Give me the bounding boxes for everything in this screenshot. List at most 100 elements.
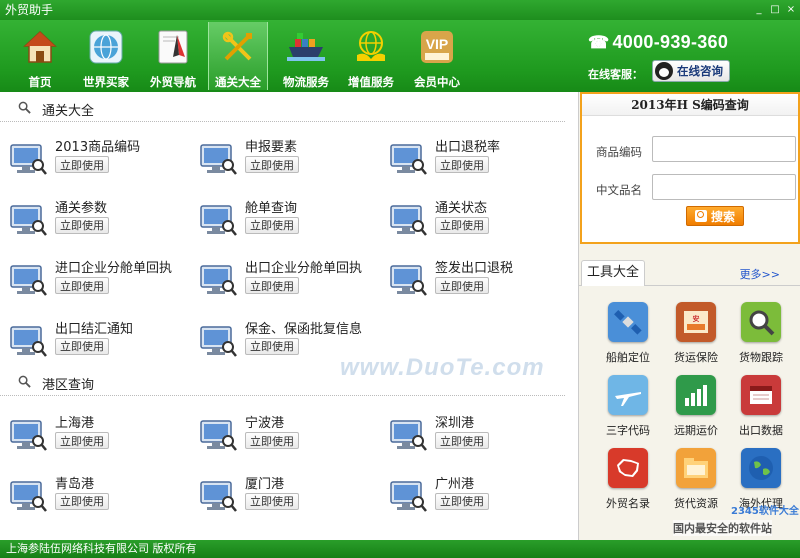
globe-icon <box>87 28 125 66</box>
tool-item[interactable]: 出口退税率 立即使用 <box>380 136 560 186</box>
tool-item[interactable]: 深圳港 立即使用 <box>380 412 560 462</box>
nav-label-value-added: 增值服务 <box>348 75 394 89</box>
search-button[interactable]: 搜索 <box>686 206 744 226</box>
nav-logistics[interactable]: 物流服务 <box>276 22 336 90</box>
nav-trade-guide[interactable]: 外贸导航 <box>143 22 203 90</box>
tools-icon <box>219 28 257 66</box>
maximize-button[interactable]: □ <box>770 0 780 20</box>
nav-member-center[interactable]: VIP 会员中心 <box>407 22 467 90</box>
use-now-button[interactable]: 立即使用 <box>55 216 109 234</box>
tool-name: 签发出口退税 <box>435 261 514 276</box>
monitor-search-icon <box>390 204 427 236</box>
monitor-search-icon <box>390 480 427 512</box>
toolbox-tab[interactable]: 工具大全 <box>581 260 645 286</box>
toolbox-item[interactable]: 三字代码 <box>593 375 663 445</box>
tool-item[interactable]: 申报要素 立即使用 <box>190 136 370 186</box>
toolbox-item[interactable]: 远期运价 <box>661 375 731 445</box>
tool-item[interactable]: 广州港 立即使用 <box>380 473 560 523</box>
code-label: 商品编码 <box>596 145 642 159</box>
use-now-button[interactable]: 立即使用 <box>435 216 489 234</box>
monitor-search-icon <box>10 480 47 512</box>
tool-item[interactable]: 上海港 立即使用 <box>0 412 180 462</box>
svg-text:安: 安 <box>693 314 700 323</box>
tool-item[interactable]: 2013商品编码 立即使用 <box>0 136 180 186</box>
use-now-button[interactable]: 立即使用 <box>55 432 109 449</box>
tool-item[interactable]: 出口结汇通知 立即使用 <box>0 318 180 368</box>
customs-section-header: 通关大全 <box>0 96 565 122</box>
hotline: ☎ 4000-939-360 <box>588 32 728 53</box>
nav-label-world-buyers: 世界买家 <box>83 75 129 89</box>
use-now-button[interactable]: 立即使用 <box>55 492 109 510</box>
tool-item[interactable]: 青岛港 立即使用 <box>0 473 180 523</box>
ports-section-title: 港区查询 <box>42 378 95 393</box>
toolbox-item[interactable]: 安货运保险 <box>661 302 731 372</box>
product-name-input[interactable] <box>652 174 796 200</box>
toolbox-item[interactable]: 海外代理 <box>726 448 796 518</box>
tool-item[interactable]: 舱单查询 立即使用 <box>190 197 370 247</box>
customer-service-label: 在线客服： <box>588 68 643 81</box>
nav-home[interactable]: 首页 <box>10 22 70 90</box>
tool-item[interactable]: 厦门港 立即使用 <box>190 473 370 523</box>
use-now-button[interactable]: 立即使用 <box>435 277 489 294</box>
use-now-button[interactable]: 立即使用 <box>55 337 109 355</box>
copyright-text: 上海参陆伍网络科技有限公司 版权所有 <box>6 542 197 555</box>
tool-item[interactable]: 宁波港 立即使用 <box>190 412 370 462</box>
tool-item[interactable]: 签发出口退税 立即使用 <box>380 257 560 307</box>
tool-name: 通关参数 <box>55 200 108 216</box>
toolbox-header: 工具大全 更多>> <box>579 256 800 286</box>
use-now-button[interactable]: 立即使用 <box>245 337 299 355</box>
more-link[interactable]: 更多>> <box>740 266 780 282</box>
toolbox-item[interactable]: 货代资源 <box>661 448 731 518</box>
toolbox-item[interactable]: 出口数据 <box>726 375 796 445</box>
use-now-button[interactable]: 立即使用 <box>245 156 299 173</box>
minimize-button[interactable]: _ <box>754 0 764 20</box>
use-now-button[interactable]: 立即使用 <box>55 277 109 294</box>
hotline-number: 4000-939-360 <box>612 32 729 52</box>
tool-item[interactable]: 通关状态 立即使用 <box>380 197 560 247</box>
nav-value-added[interactable]: 增值服务 <box>341 22 401 90</box>
vip-icon: VIP <box>418 28 456 66</box>
toolbox-item[interactable]: 外贸名录 <box>593 448 663 518</box>
tool-name: 通关状态 <box>435 200 488 216</box>
tool-name: 出口企业分舱单回执 <box>245 261 363 276</box>
tool-item[interactable]: 保金、保函批复信息 立即使用 <box>190 318 370 368</box>
tool-name: 上海港 <box>55 416 95 431</box>
nav-label-member-center: 会员中心 <box>414 75 460 89</box>
tool-name: 出口结汇通知 <box>55 321 134 337</box>
status-bar: 上海参陆伍网络科技有限公司 版权所有 <box>0 540 800 558</box>
use-now-button[interactable]: 立即使用 <box>435 432 489 449</box>
use-now-button[interactable]: 立即使用 <box>435 492 489 510</box>
use-now-button[interactable]: 立即使用 <box>245 216 299 234</box>
use-now-button[interactable]: 立即使用 <box>245 277 299 294</box>
tool-item[interactable]: 通关参数 立即使用 <box>0 197 180 247</box>
use-now-button[interactable]: 立即使用 <box>435 156 489 173</box>
main-panel: 通关大全 2013商品编码 立即使用 申报要素 立即使用 出口退税率 立即使用 通关参数 立即… <box>0 92 578 540</box>
monitor-search-icon <box>390 265 427 296</box>
use-now-button[interactable]: 立即使用 <box>245 432 299 449</box>
tool-name: 进口企业分舱单回执 <box>55 261 173 276</box>
nav-world-buyers[interactable]: 世界买家 <box>76 22 136 90</box>
monitor-search-icon <box>10 265 47 296</box>
book-icon <box>741 375 781 415</box>
toolbox-item[interactable]: 船舶定位 <box>593 302 663 372</box>
use-now-button[interactable]: 立即使用 <box>245 492 299 510</box>
search-button-label: 搜索 <box>710 209 735 224</box>
name-label: 中文品名 <box>596 183 642 197</box>
use-now-button[interactable]: 立即使用 <box>55 156 109 173</box>
product-code-input[interactable] <box>652 136 796 162</box>
tool-item[interactable]: 出口企业分舱单回执 立即使用 <box>190 257 370 307</box>
monitor-search-icon <box>10 204 47 236</box>
customs-section-title: 通关大全 <box>42 104 95 119</box>
online-consult-button[interactable]: 在线咨询 <box>652 60 730 82</box>
monitor-search-icon <box>200 420 237 451</box>
toolbox-item-label: 三字代码 <box>606 424 650 437</box>
toolbox-item-label: 货物跟踪 <box>739 351 783 364</box>
tool-item[interactable]: 进口企业分舱单回执 立即使用 <box>0 257 180 307</box>
insurance-icon: 安 <box>676 302 716 342</box>
tool-name: 2013商品编码 <box>55 140 141 155</box>
airplane-icon <box>608 375 648 415</box>
close-button[interactable]: × <box>786 0 796 20</box>
toolbox-item[interactable]: 货物跟踪 <box>726 302 796 372</box>
nav-customs[interactable]: 通关大全 <box>208 22 268 90</box>
tool-name: 申报要素 <box>245 140 298 155</box>
